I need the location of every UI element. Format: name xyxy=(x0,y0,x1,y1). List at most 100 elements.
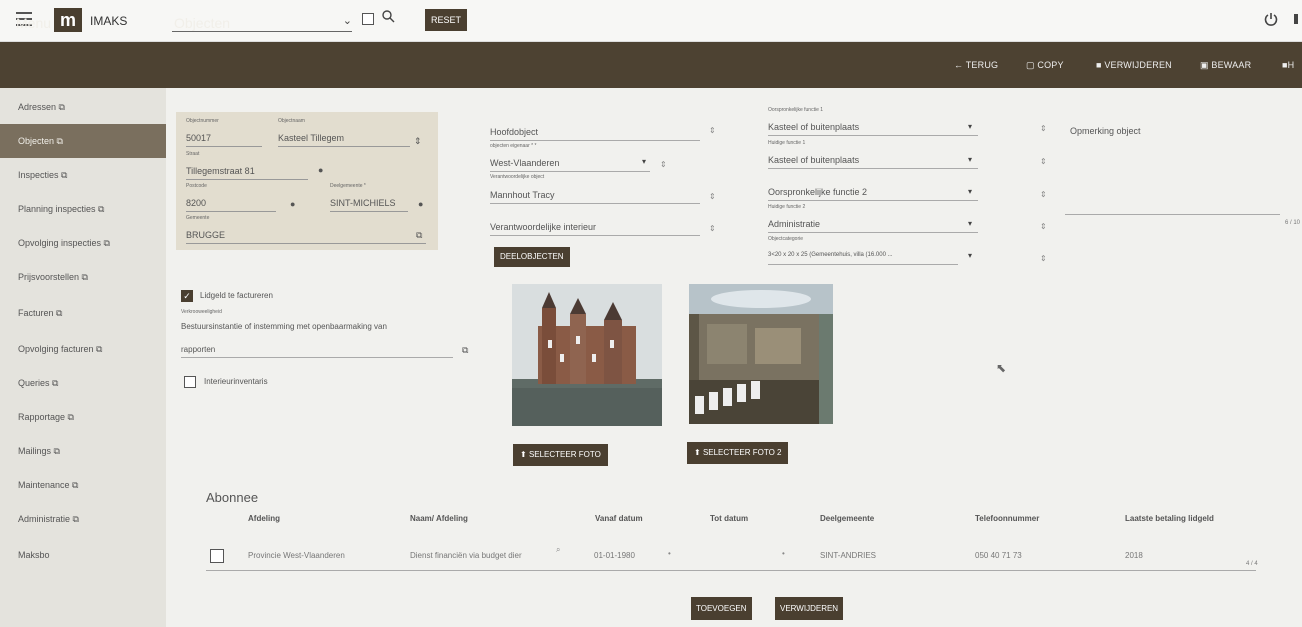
sidebar-item-maintenance[interactable]: Maintenance ⧉ xyxy=(0,468,166,502)
naam-search-icon[interactable]: ⌕ xyxy=(556,545,560,555)
rapporten-field[interactable]: rapporten xyxy=(181,345,215,354)
categorie-select[interactable]: 3<20 x 20 x 25 (Gemeentehuis, villa (16.… xyxy=(768,252,893,258)
interieur-expand-icon[interactable]: ⇕ xyxy=(709,224,716,233)
interieur-checkbox[interactable] xyxy=(184,376,196,388)
castle-interior-photo xyxy=(689,284,833,424)
opmerking-label[interactable]: Opmerking object xyxy=(1070,126,1141,136)
vanaf-clear-icon[interactable]: • xyxy=(668,549,671,558)
oorspr1-select[interactable]: Kasteel of buitenplaats xyxy=(768,122,859,132)
verantwoordelijke-interieur-underline xyxy=(490,235,700,236)
cell-naam[interactable]: Dienst financiën via budget dier xyxy=(410,551,522,560)
power-icon[interactable] xyxy=(1264,12,1278,31)
more-label: H xyxy=(1287,60,1295,70)
header-telefoonnummer[interactable]: Telefoonnummer xyxy=(975,514,1039,523)
cell-afdeling[interactable]: Provincie West-Vlaanderen xyxy=(248,551,345,560)
verantwoordelijke-field[interactable]: Mannhout Tracy xyxy=(490,190,555,200)
oorspr1-expand-icon[interactable]: ⇕ xyxy=(1040,124,1047,133)
tot-clear-icon[interactable]: • xyxy=(782,549,785,558)
objectnaam-field[interactable]: Kasteel Tillegem xyxy=(278,133,344,143)
save-icon: ▣ xyxy=(1200,60,1212,70)
deelgemeente-pin-icon[interactable]: ● xyxy=(418,199,423,209)
copy-label: COPY xyxy=(1037,60,1064,70)
eigenaar-dropdown-icon[interactable]: ▾ xyxy=(642,157,646,166)
objectnummer-field[interactable]: 50017 xyxy=(186,133,211,143)
header-naam-afdeling[interactable]: Naam/ Afdeling xyxy=(410,514,468,523)
top-checkbox[interactable] xyxy=(362,13,374,25)
categorie-expand-icon[interactable]: ⇕ xyxy=(1040,254,1047,263)
user-icon[interactable] xyxy=(1292,12,1300,29)
sidebar-item-maksbo[interactable]: Maksbo xyxy=(0,538,166,572)
postcode-pin-icon[interactable]: ● xyxy=(290,199,295,209)
oorspr2-dropdown-icon[interactable]: ▾ xyxy=(968,187,972,196)
abonnee-title: Abonnee xyxy=(206,490,259,505)
eigenaar-field[interactable]: West-Vlaanderen xyxy=(490,158,559,168)
castle-exterior-photo xyxy=(512,284,662,426)
lidgeld-checkbox[interactable]: ✓ xyxy=(181,290,193,302)
header-afdeling[interactable]: Afdeling xyxy=(248,514,280,523)
hoofdobject-field[interactable]: Hoofdobject xyxy=(490,127,538,137)
selecteer-foto-button[interactable]: ⬆ SELECTEER FOTO xyxy=(513,444,608,466)
huidig2-expand-icon[interactable]: ⇕ xyxy=(1040,222,1047,231)
sidebar-item-inspecties[interactable]: Inspecties ⧉ xyxy=(0,158,166,192)
copy-button[interactable]: ▢ COPY xyxy=(1026,60,1064,71)
sidebar: Adressen ⧉ Objecten ⧉ Inspecties ⧉ Plann… xyxy=(0,88,166,627)
huidig2-dropdown-icon[interactable]: ▾ xyxy=(968,219,972,228)
oorspr1-dropdown-icon[interactable]: ▾ xyxy=(968,122,972,131)
rapporten-expand-icon[interactable]: ⧉ xyxy=(462,345,468,356)
categorie-dropdown-icon[interactable]: ▾ xyxy=(968,251,972,260)
gemeente-expand-icon[interactable]: ⧉ xyxy=(416,230,422,241)
huidig2-select[interactable]: Administratie xyxy=(768,219,820,229)
postcode-field[interactable]: 8200 xyxy=(186,198,206,208)
huidig1-expand-icon[interactable]: ⇕ xyxy=(1040,157,1047,166)
header-vanaf-datum[interactable]: Vanaf datum xyxy=(595,514,643,523)
terug-button[interactable]: ← TERUG xyxy=(954,60,998,70)
eigenaar-expand-icon[interactable]: ⇕ xyxy=(660,160,667,169)
header-laatste-betaling[interactable]: Laatste betaling lidgeld xyxy=(1125,514,1214,523)
deelobjecten-button[interactable]: DEELOBJECTEN xyxy=(494,247,570,267)
objectnummer-underline xyxy=(186,146,262,147)
header-tot-datum[interactable]: Tot datum xyxy=(710,514,748,523)
row-divider xyxy=(206,570,1256,571)
straat-field[interactable]: Tillegemstraat 81 xyxy=(186,166,255,176)
verantwoordelijke-interieur-field[interactable]: Verantwoordelijke interieur xyxy=(490,222,596,232)
hoofdobject-expand-icon[interactable]: ⇕ xyxy=(709,126,716,135)
header-deelgemeente[interactable]: Deelgemeente xyxy=(820,514,874,523)
sidebar-item-prijsvoorstellen[interactable]: Prijsvoorstellen ⧉ xyxy=(0,260,166,294)
cell-telefoonnummer[interactable]: 050 40 71 73 xyxy=(975,551,1022,560)
sidebar-item-facturen[interactable]: Facturen ⧉ xyxy=(0,296,166,330)
bewaar-button[interactable]: ▣ BEWAAR xyxy=(1200,60,1251,71)
more-header-button[interactable]: ■H xyxy=(1282,60,1294,70)
cell-laatste-betaling[interactable]: 2018 xyxy=(1125,551,1143,560)
sidebar-item-rapportage[interactable]: Rapportage ⧉ xyxy=(0,400,166,434)
verwijderen-button[interactable]: VERWIJDEREN xyxy=(775,597,844,620)
sidebar-item-planning-inspecties[interactable]: Planning inspecties ⧉ xyxy=(0,192,166,226)
oorspr1-underline xyxy=(768,135,978,136)
gemeente-field[interactable]: BRUGGE xyxy=(186,230,225,240)
oorspr2-select[interactable]: Oorspronkelijke functie 2 xyxy=(768,187,867,197)
mouse-cursor-icon: ⬉ xyxy=(996,361,1007,375)
deelgemeente-field[interactable]: SINT-MICHIELS xyxy=(330,198,396,208)
sidebar-item-objecten[interactable]: Objecten ⧉ xyxy=(0,124,166,158)
reset-button[interactable]: RESET xyxy=(425,9,468,31)
sidebar-item-administratie[interactable]: Administratie ⧉ xyxy=(0,502,166,536)
selecteer-foto2-button[interactable]: ⬆ SELECTEER FOTO 2 xyxy=(687,442,789,464)
interieur-label: Interieurinventaris xyxy=(204,377,268,386)
verantwoordelijke-expand-icon[interactable]: ⇕ xyxy=(709,192,716,201)
huidig1-dropdown-icon[interactable]: ▾ xyxy=(968,155,972,164)
lidgeld-label: Lidgeld te factureren xyxy=(200,291,273,300)
oorspr2-expand-icon[interactable]: ⇕ xyxy=(1040,190,1047,199)
huidig1-select[interactable]: Kasteel of buitenplaats xyxy=(768,155,859,165)
sidebar-item-adressen[interactable]: Adressen ⧉ xyxy=(0,90,166,124)
verwijderen-header-button[interactable]: ■ VERWIJDEREN xyxy=(1096,60,1172,70)
sidebar-item-mailings[interactable]: Mailings ⧉ xyxy=(0,434,166,468)
sidebar-item-queries[interactable]: Queries ⧉ xyxy=(0,366,166,400)
search-icon[interactable] xyxy=(382,10,395,26)
map-pin-icon[interactable]: ● xyxy=(318,165,323,175)
sidebar-item-opvolging-inspecties[interactable]: Opvolging inspecties ⧉ xyxy=(0,226,166,260)
sidebar-item-opvolging-facturen[interactable]: Opvolging facturen ⧉ xyxy=(0,332,166,366)
expand-icon[interactable]: ⇕ xyxy=(414,136,422,147)
row-select-checkbox[interactable] xyxy=(210,549,224,563)
toevoegen-button[interactable]: TOEVOEGEN xyxy=(691,597,752,620)
cell-deelgemeente[interactable]: SINT-ANDRIES xyxy=(820,551,876,560)
cell-vanaf-datum[interactable]: 01-01-1980 xyxy=(594,551,635,560)
